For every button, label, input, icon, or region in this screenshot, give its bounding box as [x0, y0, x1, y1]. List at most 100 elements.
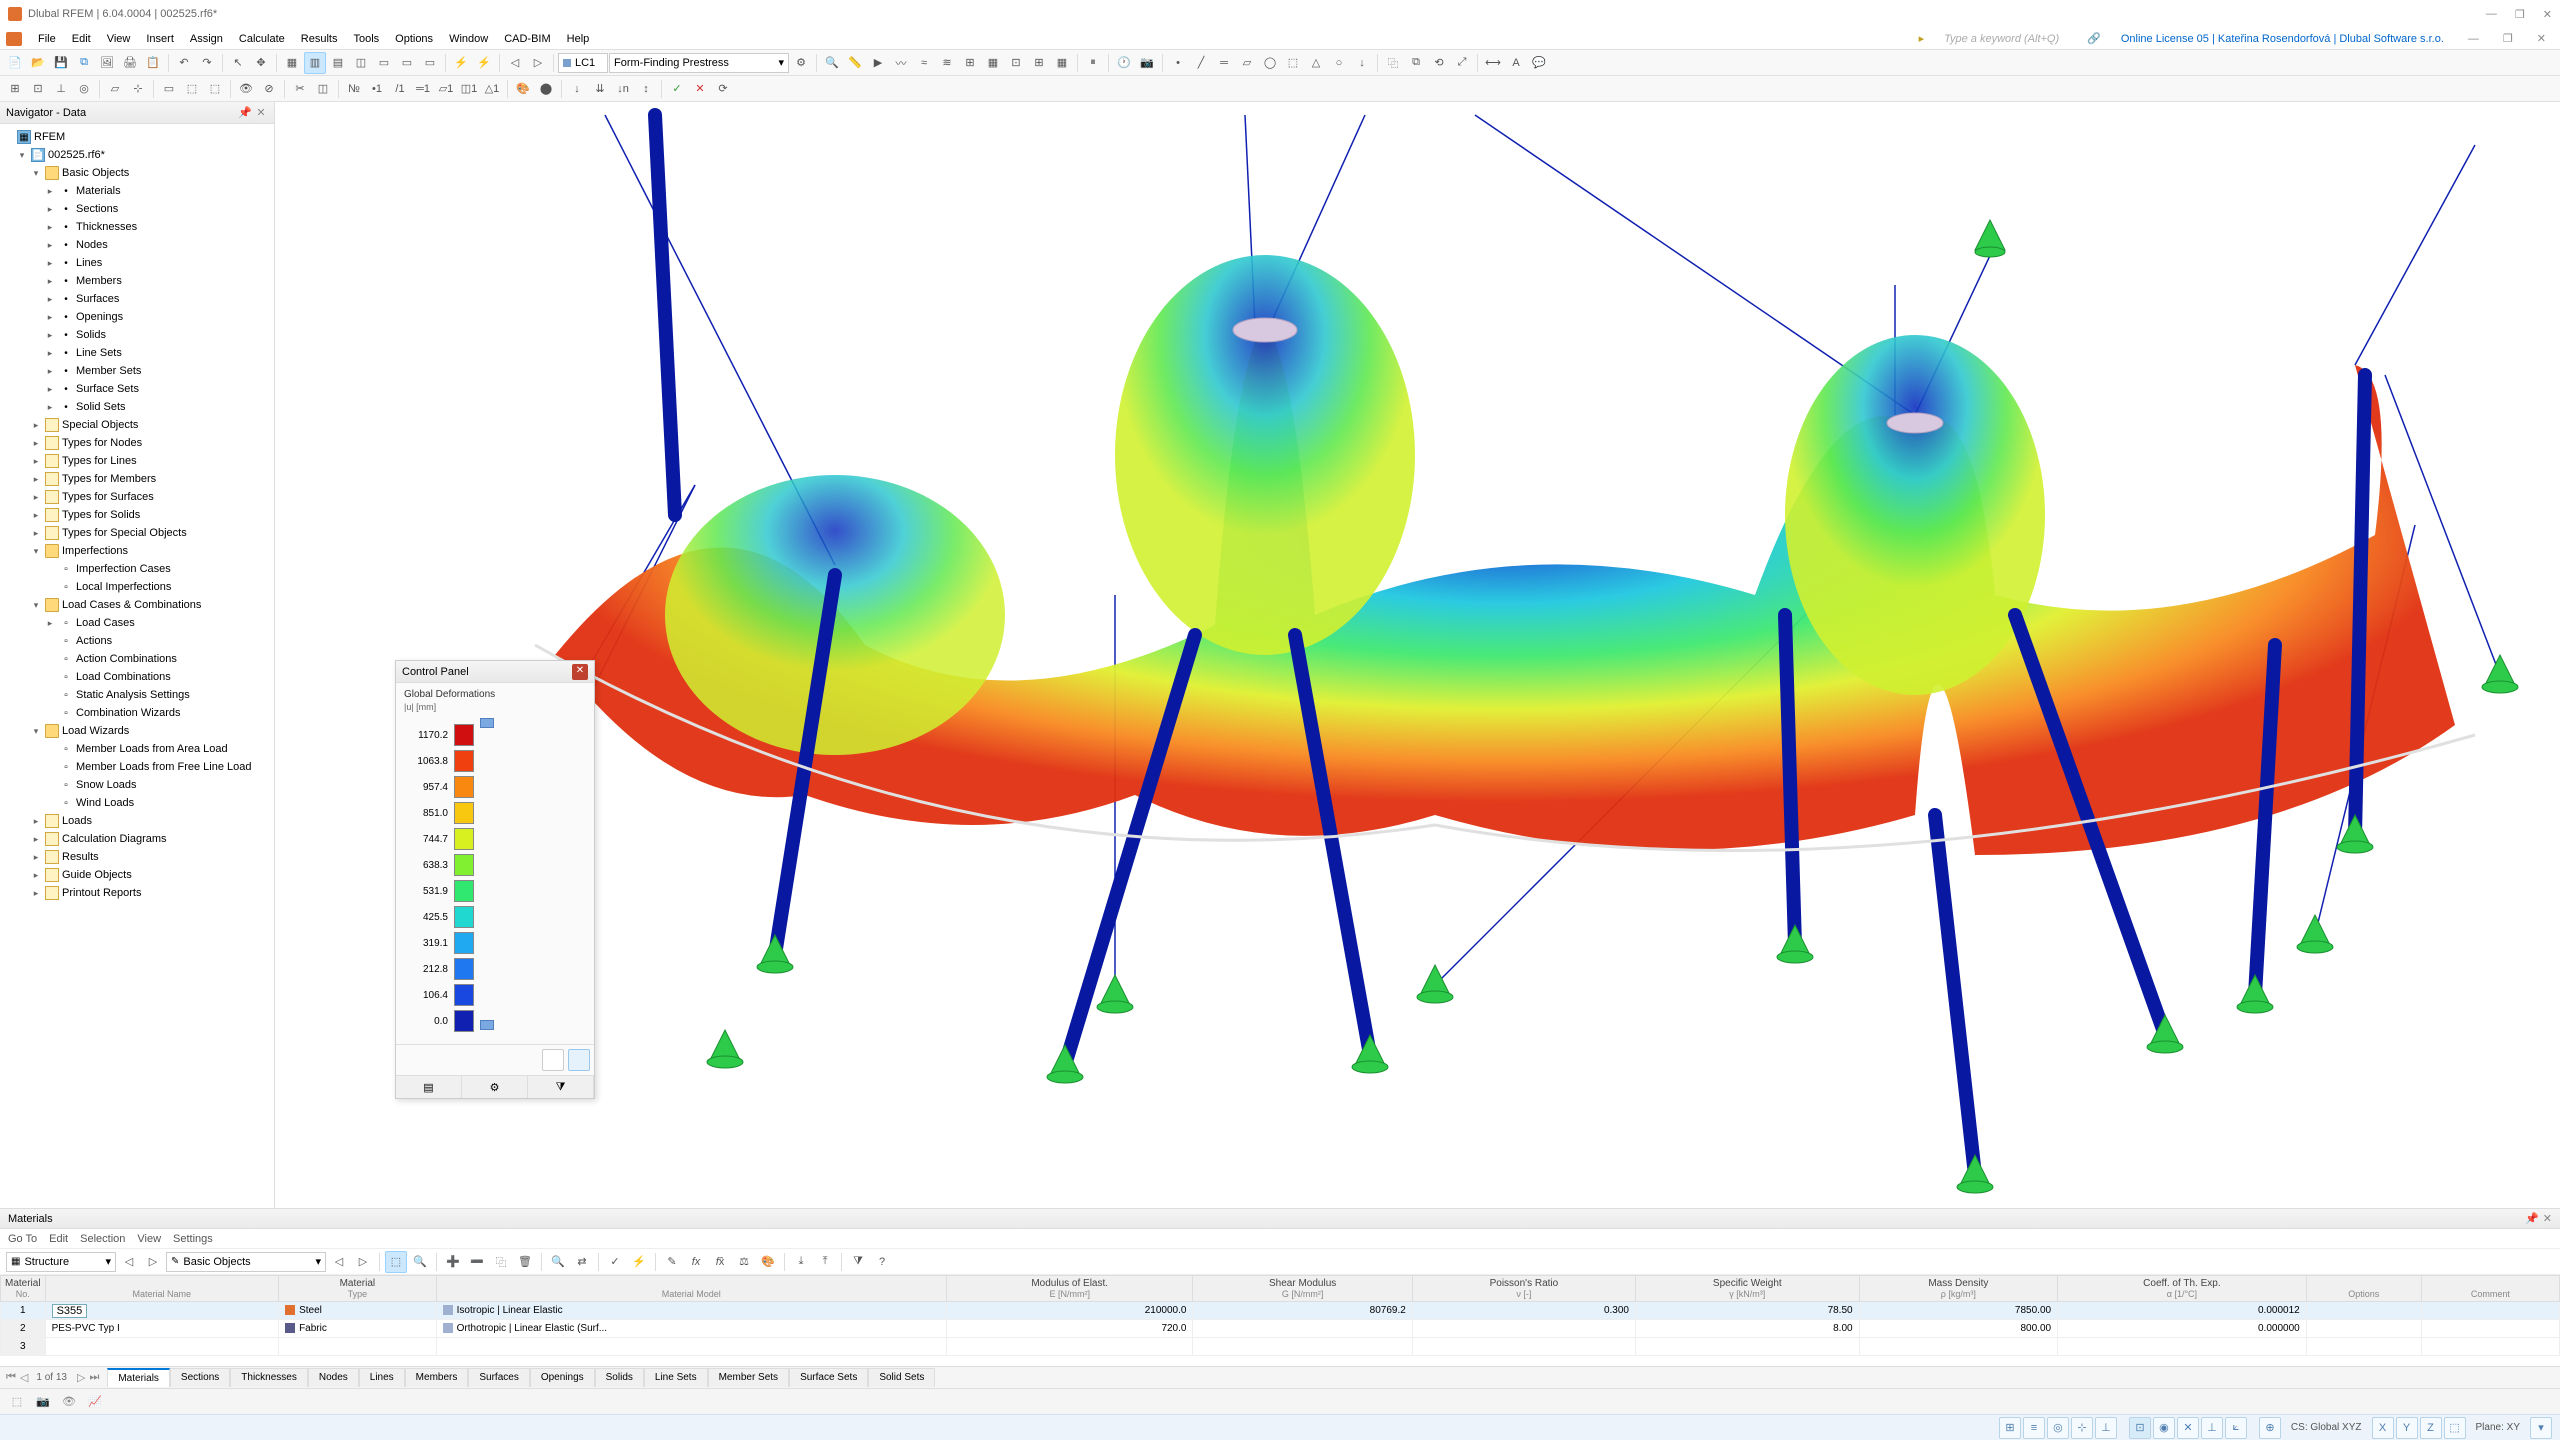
render-button[interactable]: ⬤ — [535, 78, 557, 100]
t-insert-row[interactable]: ➕ — [442, 1251, 464, 1273]
tree-node[interactable]: ▫Snow Loads — [2, 776, 272, 794]
calculate-button[interactable]: ⚡ — [450, 52, 472, 74]
table-group-select[interactable]: ✎ Basic Objects▾ — [166, 1252, 326, 1272]
diagram-button[interactable]: ⊡ — [1005, 52, 1027, 74]
materials-table[interactable]: MaterialNo. Material NameMaterialType Ma… — [0, 1275, 2560, 1356]
check-button[interactable]: ✓ — [666, 78, 688, 100]
menu-view[interactable]: View — [99, 31, 139, 47]
tree-node[interactable]: ▾Basic Objects — [2, 164, 272, 182]
tree-node[interactable]: ▸•Members — [2, 272, 272, 290]
bottom-tab[interactable]: Openings — [530, 1368, 595, 1387]
hinge-tool[interactable]: ○ — [1328, 52, 1350, 74]
select-window-button[interactable]: ⬚ — [181, 78, 203, 100]
workplane-button[interactable]: ▱ — [104, 78, 126, 100]
numbering-button[interactable]: № — [343, 78, 365, 100]
bottom-tab[interactable]: Solid Sets — [868, 1368, 935, 1387]
tree-node[interactable]: ▫Wind Loads — [2, 794, 272, 812]
tree-node[interactable]: ▫Load Combinations — [2, 668, 272, 686]
select-button[interactable]: ▭ — [158, 78, 180, 100]
support-tool[interactable]: △ — [1305, 52, 1327, 74]
tab-last[interactable]: ⏭ — [89, 1371, 99, 1384]
bottom-close-icon[interactable]: ✕ — [2543, 1212, 2552, 1225]
view-wireframe-button[interactable]: ▥ — [304, 52, 326, 74]
bottom-tab[interactable]: Sections — [170, 1368, 230, 1387]
load-case-name-select[interactable]: Form-Finding Prestress▾ — [609, 53, 789, 73]
tree-node[interactable]: ▫Local Imperfections — [2, 578, 272, 596]
navigator-tree[interactable]: ▦RFEM▾📄002525.rf6*▾Basic Objects▸•Materi… — [0, 124, 274, 1208]
app-menu-icon[interactable] — [6, 32, 22, 46]
visibility-button[interactable]: 👁 — [235, 78, 257, 100]
table-menu-selection[interactable]: Selection — [80, 1233, 125, 1245]
bottom-pin-icon[interactable]: 📌 — [2525, 1212, 2539, 1225]
tree-node[interactable]: ▫Static Analysis Settings — [2, 686, 272, 704]
t-sync-view[interactable]: 🔍 — [409, 1251, 431, 1273]
support-num-button[interactable]: △1 — [481, 78, 503, 100]
view-walk-icon[interactable]: 👁 — [60, 1393, 78, 1411]
t-copy-row[interactable]: ⿻ — [490, 1251, 512, 1273]
menu-calculate[interactable]: Calculate — [231, 31, 293, 47]
tree-node[interactable]: ▫Actions — [2, 632, 272, 650]
solid-num-button[interactable]: ◫1 — [458, 78, 480, 100]
navigator-close-icon[interactable]: ✕ — [254, 106, 268, 119]
table-row[interactable]: 2PES-PVC Typ IFabricOrthotropic | Linear… — [1, 1320, 2560, 1338]
tree-node[interactable]: ▸•Line Sets — [2, 344, 272, 362]
tree-node[interactable]: ▸•Lines — [2, 254, 272, 272]
filter-button[interactable]: ⏸ — [1082, 52, 1104, 74]
license-info[interactable]: 🔗 Online License 05 | Kateřina Rosendorf… — [2079, 30, 2452, 47]
tree-node[interactable]: ▸•Surfaces — [2, 290, 272, 308]
sb-snap-perp[interactable]: ⊥ — [2201, 1417, 2223, 1439]
scale-max-slider[interactable] — [480, 718, 494, 728]
mdi-restore[interactable]: ❐ — [2495, 30, 2521, 47]
t-export[interactable]: ⤓ — [790, 1251, 812, 1273]
opening-tool[interactable]: ◯ — [1259, 52, 1281, 74]
node-tool[interactable]: • — [1167, 52, 1189, 74]
new-button[interactable]: 📄 — [4, 52, 26, 74]
t-find[interactable]: 🔍 — [547, 1251, 569, 1273]
sb-snap[interactable]: ◎ — [2047, 1417, 2069, 1439]
grid-button[interactable]: ⊞ — [4, 78, 26, 100]
menu-tools[interactable]: Tools — [345, 31, 387, 47]
table-next-button[interactable]: ▷ — [142, 1251, 164, 1273]
tree-node[interactable]: ▸•Thicknesses — [2, 218, 272, 236]
redo-button[interactable]: ↷ — [196, 52, 218, 74]
tree-node[interactable]: ▸•Openings — [2, 308, 272, 326]
member-tool[interactable]: ═ — [1213, 52, 1235, 74]
t-sync-select[interactable]: ⬚ — [385, 1251, 407, 1273]
sb-ortho[interactable]: ⊥ — [2095, 1417, 2117, 1439]
menu-cadbim[interactable]: CAD-BIM — [496, 31, 558, 47]
tree-node[interactable]: ▸Guide Objects — [2, 866, 272, 884]
sb-snap-mid[interactable]: ◉ — [2153, 1417, 2175, 1439]
t-clear[interactable]: 🗑 — [514, 1251, 536, 1273]
tree-node[interactable]: ▸Types for Lines — [2, 452, 272, 470]
bottom-tab[interactable]: Member Sets — [708, 1368, 789, 1387]
mirror-tool[interactable]: ⧉ — [1405, 52, 1427, 74]
minimize-button[interactable]: — — [2486, 8, 2497, 21]
tree-node[interactable]: ▫Combination Wizards — [2, 704, 272, 722]
t-import[interactable]: ⤒ — [814, 1251, 836, 1273]
bottom-tab[interactable]: Line Sets — [644, 1368, 708, 1387]
tree-node[interactable]: ▸Special Objects — [2, 416, 272, 434]
rotate-tool[interactable]: ⟲ — [1428, 52, 1450, 74]
tab-prev[interactable]: ◁ — [20, 1371, 28, 1384]
ucs-button[interactable]: ⊹ — [127, 78, 149, 100]
cp-tab-factors[interactable]: ⚙ — [462, 1076, 528, 1098]
tree-node[interactable]: ▸▫Load Cases — [2, 614, 272, 632]
t-help[interactable]: ? — [871, 1251, 893, 1273]
isoband-button[interactable]: ≋ — [936, 52, 958, 74]
navigator-pin-icon[interactable]: 📌 — [238, 106, 252, 119]
visibility-off-button[interactable]: ⊘ — [258, 78, 280, 100]
comment-tool[interactable]: 💬 — [1528, 52, 1550, 74]
view-solid-button[interactable]: ▦ — [281, 52, 303, 74]
cursor-button[interactable]: ↖ — [227, 52, 249, 74]
node-num-button[interactable]: •1 — [366, 78, 388, 100]
load-tool[interactable]: ↓ — [1351, 52, 1373, 74]
bottom-tab[interactable]: Solids — [595, 1368, 644, 1387]
sb-layers[interactable]: ≡ — [2023, 1417, 2045, 1439]
clock-button[interactable]: 🕐 — [1113, 52, 1135, 74]
table-struct-select[interactable]: ▦ Structure▾ — [6, 1252, 116, 1272]
t-prev2[interactable]: ◁ — [328, 1251, 350, 1273]
tree-node[interactable]: ▫Action Combinations — [2, 650, 272, 668]
tree-node[interactable]: ▫Imperfection Cases — [2, 560, 272, 578]
sb-plane-x[interactable]: X — [2372, 1417, 2394, 1439]
maximize-button[interactable]: ❐ — [2515, 8, 2525, 21]
